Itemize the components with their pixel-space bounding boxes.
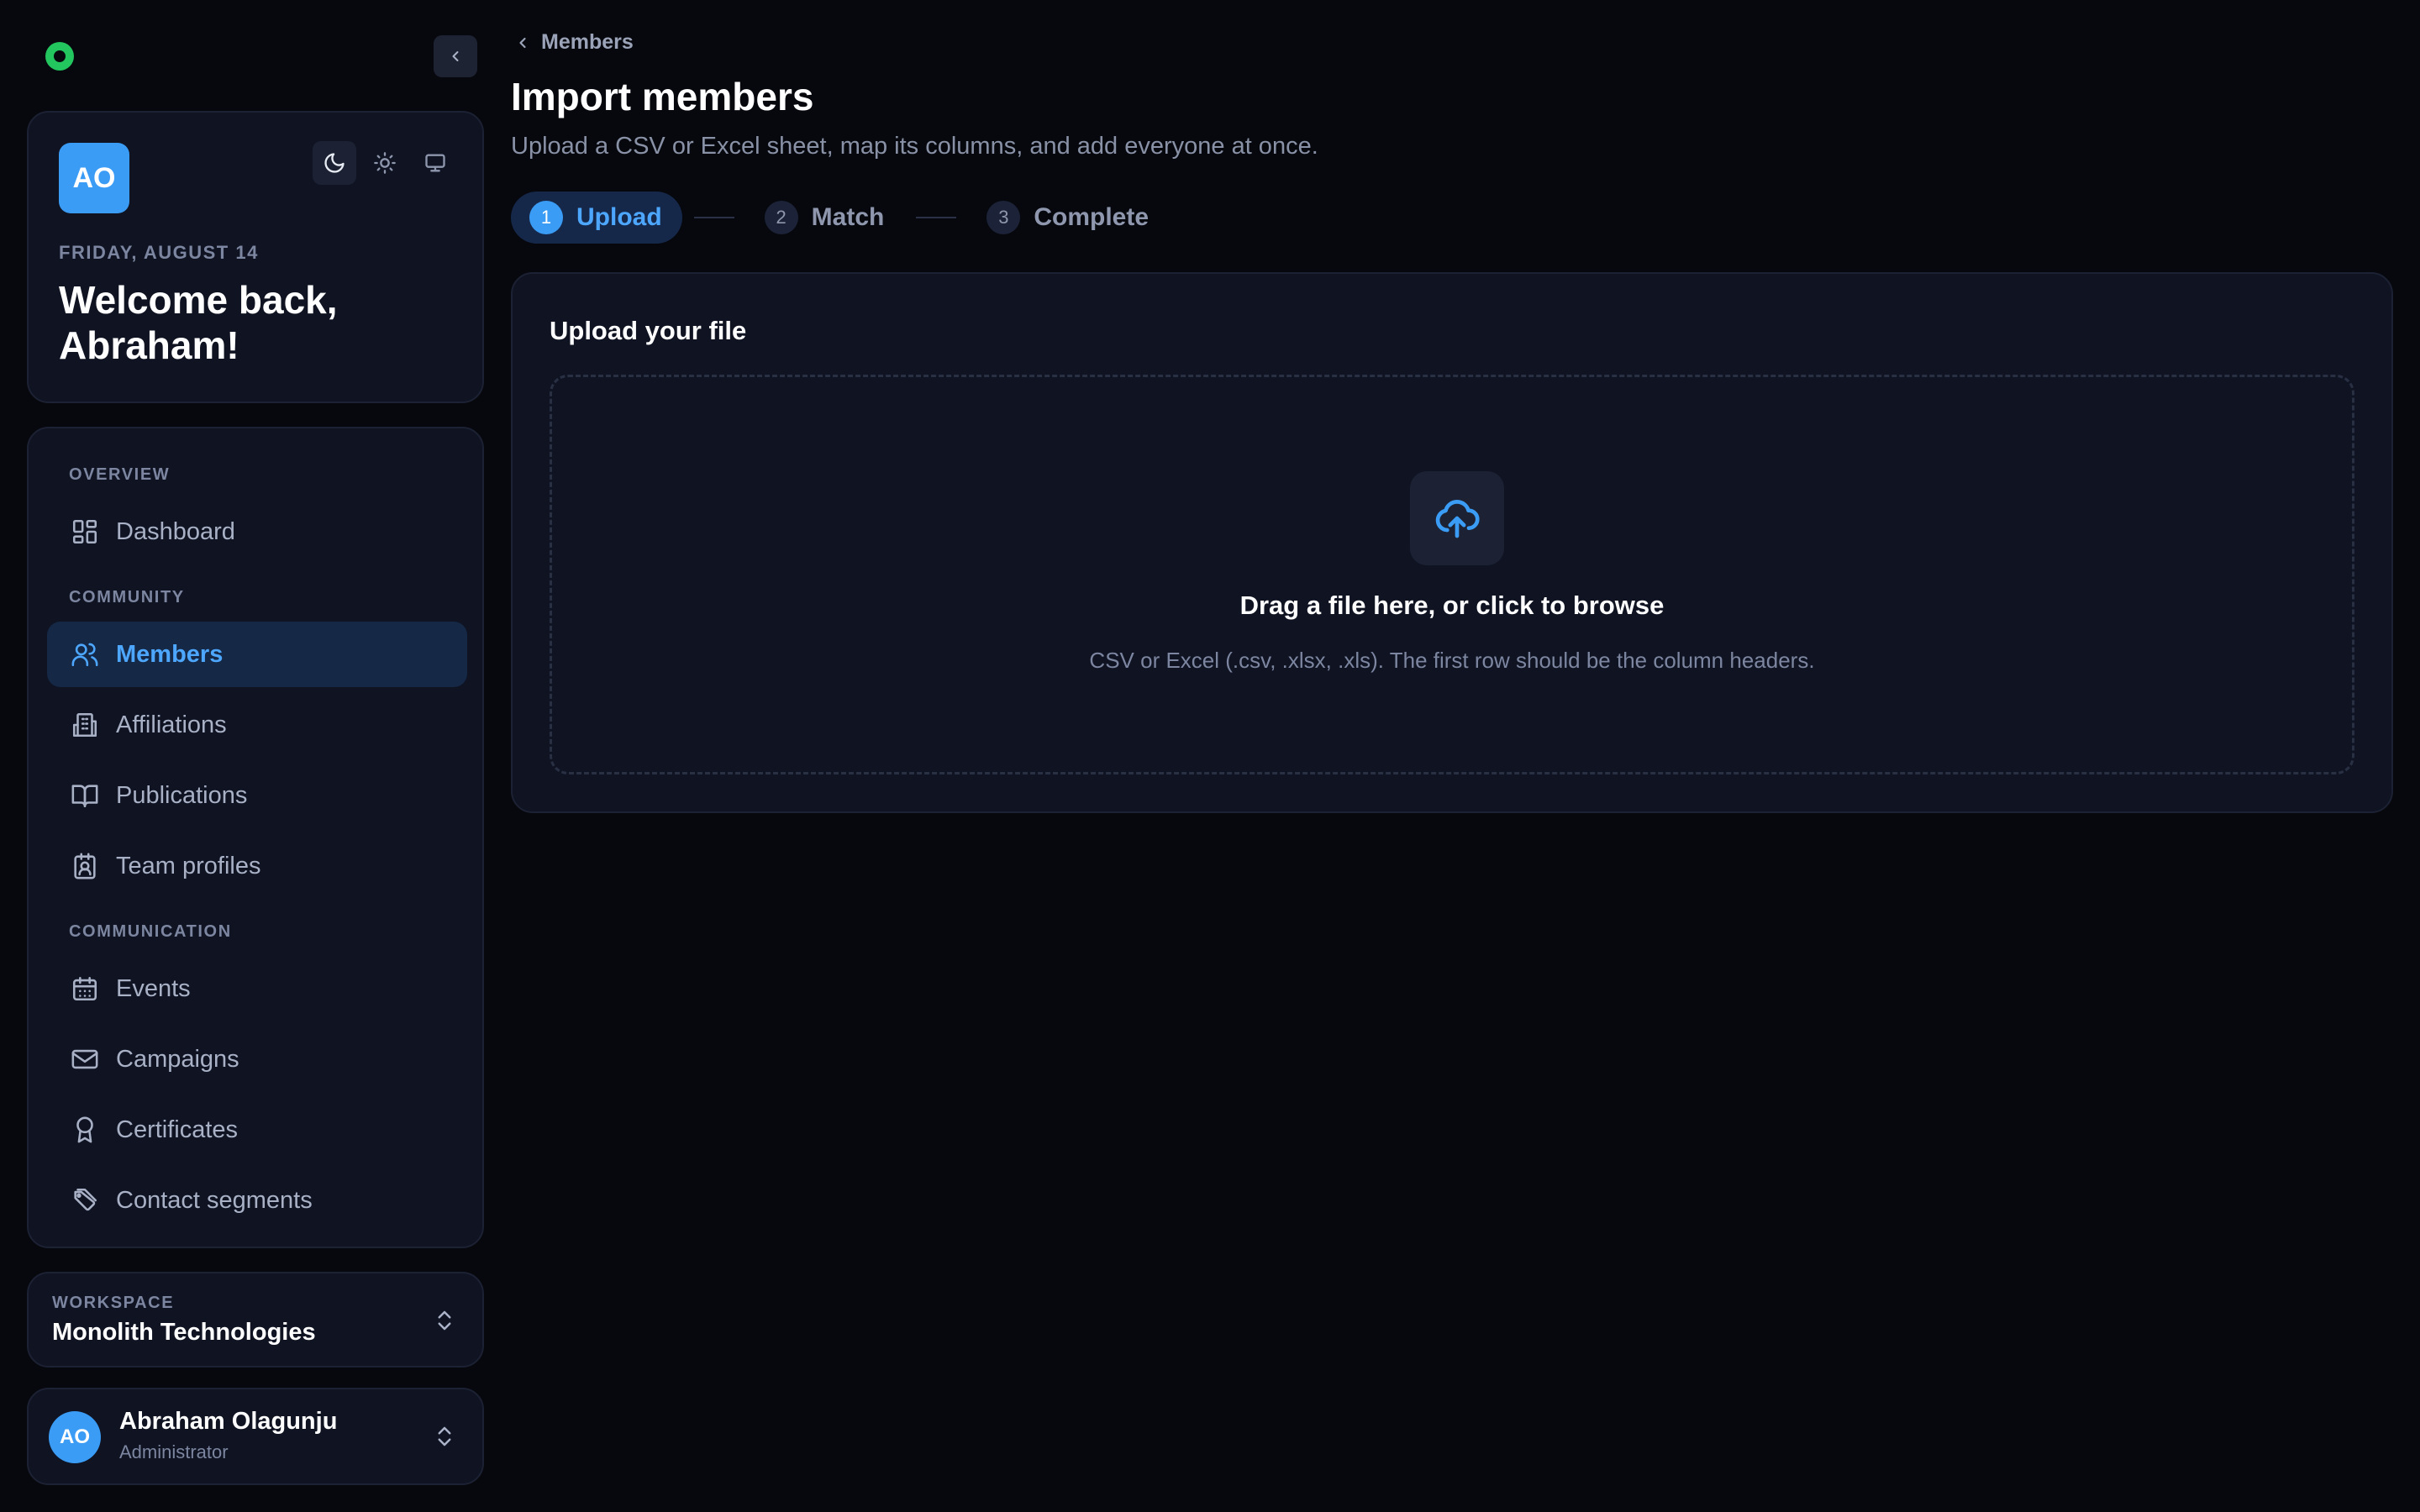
step-match[interactable]: 2 Match (746, 192, 905, 244)
cloud-upload-icon (1435, 500, 1480, 538)
calendar-icon (72, 976, 97, 1001)
sidebar-item-label: Certificates (116, 1116, 239, 1143)
monitor-icon (425, 154, 445, 172)
section-communication-label: COMMUNICATION (69, 922, 232, 941)
avatar[interactable]: AO (59, 143, 129, 213)
sidebar-item-campaigns[interactable]: Campaigns (47, 1026, 467, 1092)
welcome-card: AO FRIDAY, AUGUST 14 Welcome back, Abrah… (27, 111, 484, 403)
section-overview-label: OVERVIEW (69, 465, 171, 484)
workspace-switcher[interactable]: WORKSPACE Monolith Technologies (27, 1272, 484, 1368)
chevron-up-down-icon (438, 1426, 451, 1446)
step-label: Upload (576, 203, 662, 231)
mail-icon (71, 1049, 98, 1069)
id-badge-icon (74, 853, 96, 879)
sidebar-item-events[interactable]: Events (47, 956, 467, 1021)
avatar: AO (49, 1411, 101, 1463)
page-title: Import members (511, 75, 814, 118)
sidebar-item-label: Publications (116, 781, 248, 809)
breadcrumb[interactable]: Members (514, 30, 634, 55)
sidebar-nav: OVERVIEW Dashboard COMMUNITY Members Aff… (27, 427, 484, 1248)
upload-card: Upload your file Drag a file here, or cl… (511, 272, 2393, 813)
theme-system-button[interactable] (413, 141, 457, 185)
user-menu[interactable]: AO Abraham Olagunju Administrator (27, 1388, 484, 1485)
step-label: Complete (1034, 203, 1150, 231)
chevron-left-icon (519, 37, 526, 48)
chevron-left-icon (452, 51, 459, 61)
step-upload[interactable]: 1 Upload (511, 192, 682, 244)
dropzone-hint: CSV or Excel (.csv, .xlsx, .xls). The fi… (1089, 648, 1815, 673)
step-number: 1 (529, 201, 563, 234)
step-label: Match (811, 203, 885, 231)
welcome-heading: Welcome back, Abraham! (59, 278, 338, 367)
building-icon (72, 712, 97, 738)
step-complete[interactable]: 3 Complete (968, 192, 1169, 244)
theme-switcher (313, 141, 457, 185)
sidebar-item-label: Campaigns (116, 1045, 239, 1073)
sidebar-item-contact-segments[interactable]: Contact segments (47, 1168, 467, 1233)
breadcrumb-members-link[interactable]: Members (541, 30, 634, 55)
section-community-label: COMMUNITY (69, 588, 185, 606)
file-dropzone[interactable]: Drag a file here, or click to browse CSV… (550, 375, 2354, 774)
theme-dark-button[interactable] (313, 141, 356, 185)
tags-icon (74, 1188, 97, 1211)
sidebar-item-label: Affiliations (116, 711, 227, 738)
award-icon (76, 1116, 93, 1143)
dashboard-icon (72, 519, 97, 544)
workspace-name: Monolith Technologies (52, 1319, 316, 1346)
book-icon (71, 785, 98, 808)
user-name: Abraham Olagunju (119, 1408, 338, 1435)
step-connector (916, 217, 957, 218)
app-logo[interactable] (45, 42, 74, 71)
page-subtitle: Upload a CSV or Excel sheet, map its col… (511, 133, 1318, 160)
users-icon (71, 643, 98, 667)
upload-icon-container (1410, 471, 1504, 565)
upload-card-title: Upload your file (550, 316, 747, 345)
sidebar-item-members[interactable]: Members (47, 622, 467, 687)
user-role: Administrator (119, 1441, 229, 1462)
sidebar-item-dashboard[interactable]: Dashboard (47, 499, 467, 564)
sidebar-item-publications[interactable]: Publications (47, 763, 467, 828)
date-label: FRIDAY, AUGUST 14 (59, 242, 259, 263)
sidebar-item-label: Events (116, 974, 191, 1002)
step-connector (693, 217, 734, 218)
sidebar-item-team-profiles[interactable]: Team profiles (47, 833, 467, 899)
step-number: 3 (986, 201, 1021, 234)
step-number: 2 (764, 201, 798, 234)
sidebar-item-label: Members (116, 640, 224, 668)
import-stepper: 1 Upload 2 Match 3 Complete (511, 192, 1169, 244)
sidebar-item-label: Dashboard (116, 517, 235, 545)
theme-light-button[interactable] (363, 141, 407, 185)
workspace-label: WORKSPACE (52, 1294, 175, 1312)
moon-icon (324, 153, 345, 173)
sidebar-item-certificates[interactable]: Certificates (47, 1097, 467, 1163)
sidebar-item-label: Contact segments (116, 1186, 313, 1214)
sun-icon (374, 152, 396, 174)
collapse-sidebar-button[interactable] (434, 35, 477, 77)
sidebar-item-affiliations[interactable]: Affiliations (47, 692, 467, 758)
chevron-up-down-icon (438, 1310, 451, 1331)
dropzone-title: Drag a file here, or click to browse (1239, 591, 1665, 620)
sidebar-item-label: Team profiles (116, 852, 261, 879)
